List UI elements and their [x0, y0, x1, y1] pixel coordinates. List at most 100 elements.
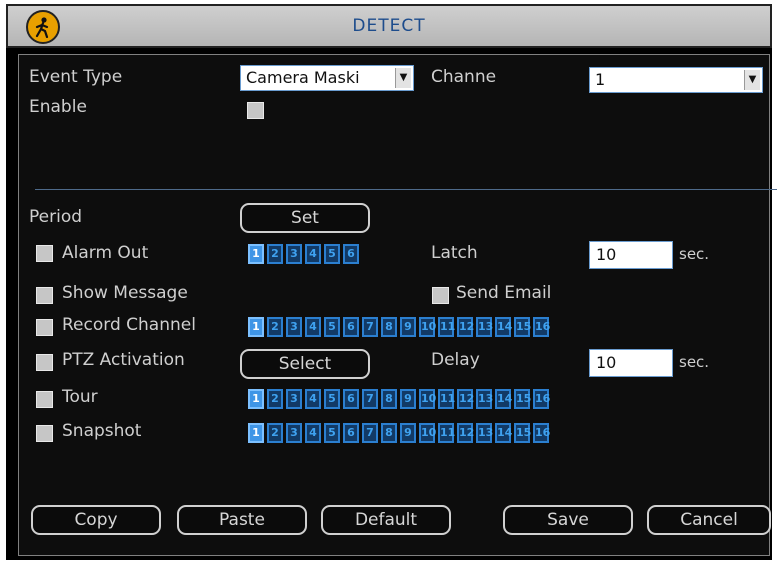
snapshot-channel-14[interactable]: 14 — [495, 423, 512, 443]
record-channel-8[interactable]: 8 — [381, 317, 397, 337]
tour-channel-3[interactable]: 3 — [286, 389, 302, 409]
enable-checkbox[interactable] — [247, 102, 264, 119]
record-channel-4[interactable]: 4 — [305, 317, 321, 337]
period-set-button[interactable]: Set — [240, 203, 370, 233]
snapshot-channel-3[interactable]: 3 — [286, 423, 302, 443]
record-channel-selector: 1 2 3 4 5 6 7 8 9 10 11 12 13 14 15 16 — [248, 317, 550, 337]
record-channel-checkbox[interactable] — [36, 319, 53, 336]
alarm-output-selector: 123456 — [248, 244, 359, 264]
alarm-output-6[interactable]: 6 — [343, 244, 359, 264]
snapshot-channel-7[interactable]: 7 — [362, 423, 378, 443]
tour-channel-13[interactable]: 13 — [476, 389, 493, 409]
snapshot-channel-9[interactable]: 9 — [400, 423, 416, 443]
channel-label: Channe — [431, 67, 497, 87]
record-channel-1[interactable]: 1 — [248, 317, 264, 337]
delay-input[interactable]: 10 — [589, 349, 673, 377]
tour-channel-4[interactable]: 4 — [305, 389, 321, 409]
record-channel-11[interactable]: 11 — [438, 317, 455, 337]
snapshot-channel-1[interactable]: 1 — [248, 423, 264, 443]
ptz-activation-label: PTZ Activation — [62, 350, 185, 370]
snapshot-channel-2[interactable]: 2 — [267, 423, 283, 443]
delay-unit: sec. — [679, 353, 710, 371]
cancel-button[interactable]: Cancel — [647, 505, 771, 535]
alarm-output-3[interactable]: 3 — [286, 244, 302, 264]
event-type-select[interactable]: Camera Maski ▼ — [240, 65, 414, 91]
alarm-output-5[interactable]: 5 — [324, 244, 340, 264]
send-email-checkbox[interactable] — [432, 287, 449, 304]
tour-checkbox[interactable] — [36, 391, 53, 408]
snapshot-checkbox[interactable] — [36, 425, 53, 442]
alarm-out-label: Alarm Out — [62, 243, 149, 263]
record-channel-6[interactable]: 6 — [343, 317, 359, 337]
snapshot-channel-16[interactable]: 16 — [533, 423, 550, 443]
record-channel-9[interactable]: 9 — [400, 317, 416, 337]
ptz-activation-checkbox[interactable] — [36, 354, 53, 371]
alarm-output-2[interactable]: 2 — [267, 244, 283, 264]
tour-channel-11[interactable]: 11 — [438, 389, 455, 409]
snapshot-channel-5[interactable]: 5 — [324, 423, 340, 443]
latch-input[interactable]: 10 — [589, 241, 673, 269]
tour-channel-6[interactable]: 6 — [343, 389, 359, 409]
chevron-down-icon[interactable]: ▼ — [744, 70, 760, 90]
record-channel-15[interactable]: 15 — [514, 317, 531, 337]
tour-channel-15[interactable]: 15 — [514, 389, 531, 409]
snapshot-channel-4[interactable]: 4 — [305, 423, 321, 443]
record-channel-label: Record Channel — [62, 315, 196, 335]
show-message-label: Show Message — [62, 283, 188, 303]
title-bar: DETECT — [6, 4, 772, 48]
tour-channel-7[interactable]: 7 — [362, 389, 378, 409]
event-type-label: Event Type — [29, 67, 123, 87]
latch-unit: sec. — [679, 245, 710, 263]
divider — [35, 189, 777, 190]
latch-label: Latch — [431, 243, 478, 263]
record-channel-12[interactable]: 12 — [457, 317, 474, 337]
paste-button[interactable]: Paste — [177, 505, 307, 535]
record-channel-13[interactable]: 13 — [476, 317, 493, 337]
record-channel-2[interactable]: 2 — [267, 317, 283, 337]
tour-channel-16[interactable]: 16 — [533, 389, 550, 409]
delay-label: Delay — [431, 350, 480, 370]
snapshot-channel-selector: 1 2 3 4 5 6 7 8 9 10 11 12 13 14 15 16 — [248, 423, 550, 443]
snapshot-channel-15[interactable]: 15 — [514, 423, 531, 443]
record-channel-16[interactable]: 16 — [533, 317, 550, 337]
detect-panel: Event Type Camera Maski ▼ Channe 1 ▼ Ena… — [18, 54, 777, 556]
save-button[interactable]: Save — [503, 505, 633, 535]
send-email-label: Send Email — [456, 283, 552, 303]
snapshot-channel-8[interactable]: 8 — [381, 423, 397, 443]
record-channel-7[interactable]: 7 — [362, 317, 378, 337]
alarm-output-1[interactable]: 1 — [248, 244, 264, 264]
snapshot-channel-6[interactable]: 6 — [343, 423, 359, 443]
copy-button[interactable]: Copy — [31, 505, 161, 535]
show-message-checkbox[interactable] — [36, 287, 53, 304]
channel-value: 1 — [595, 70, 606, 89]
tour-channel-14[interactable]: 14 — [495, 389, 512, 409]
ptz-select-button[interactable]: Select — [240, 349, 370, 379]
snapshot-channel-11[interactable]: 11 — [438, 423, 455, 443]
window-title: DETECT — [352, 16, 426, 36]
period-label: Period — [29, 207, 83, 227]
tour-channel-5[interactable]: 5 — [324, 389, 340, 409]
tour-channel-8[interactable]: 8 — [381, 389, 397, 409]
chevron-down-icon[interactable]: ▼ — [395, 68, 411, 88]
snapshot-channel-13[interactable]: 13 — [476, 423, 493, 443]
snapshot-channel-12[interactable]: 12 — [457, 423, 474, 443]
record-channel-10[interactable]: 10 — [419, 317, 436, 337]
default-button[interactable]: Default — [321, 505, 451, 535]
tour-channel-12[interactable]: 12 — [457, 389, 474, 409]
tour-channel-9[interactable]: 9 — [400, 389, 416, 409]
record-channel-3[interactable]: 3 — [286, 317, 302, 337]
event-type-value: Camera Maski — [246, 68, 360, 87]
tour-channel-2[interactable]: 2 — [267, 389, 283, 409]
snapshot-label: Snapshot — [62, 421, 142, 441]
tour-channel-1[interactable]: 1 — [248, 389, 264, 409]
channel-select[interactable]: 1 ▼ — [589, 67, 763, 93]
tour-channel-selector: 1 2 3 4 5 6 7 8 9 10 11 12 13 14 15 16 — [248, 389, 550, 409]
alarm-output-4[interactable]: 4 — [305, 244, 321, 264]
record-channel-14[interactable]: 14 — [495, 317, 512, 337]
enable-label: Enable — [29, 97, 87, 117]
tour-label: Tour — [62, 387, 98, 407]
snapshot-channel-10[interactable]: 10 — [419, 423, 436, 443]
record-channel-5[interactable]: 5 — [324, 317, 340, 337]
alarm-out-checkbox[interactable] — [36, 245, 53, 262]
tour-channel-10[interactable]: 10 — [419, 389, 436, 409]
